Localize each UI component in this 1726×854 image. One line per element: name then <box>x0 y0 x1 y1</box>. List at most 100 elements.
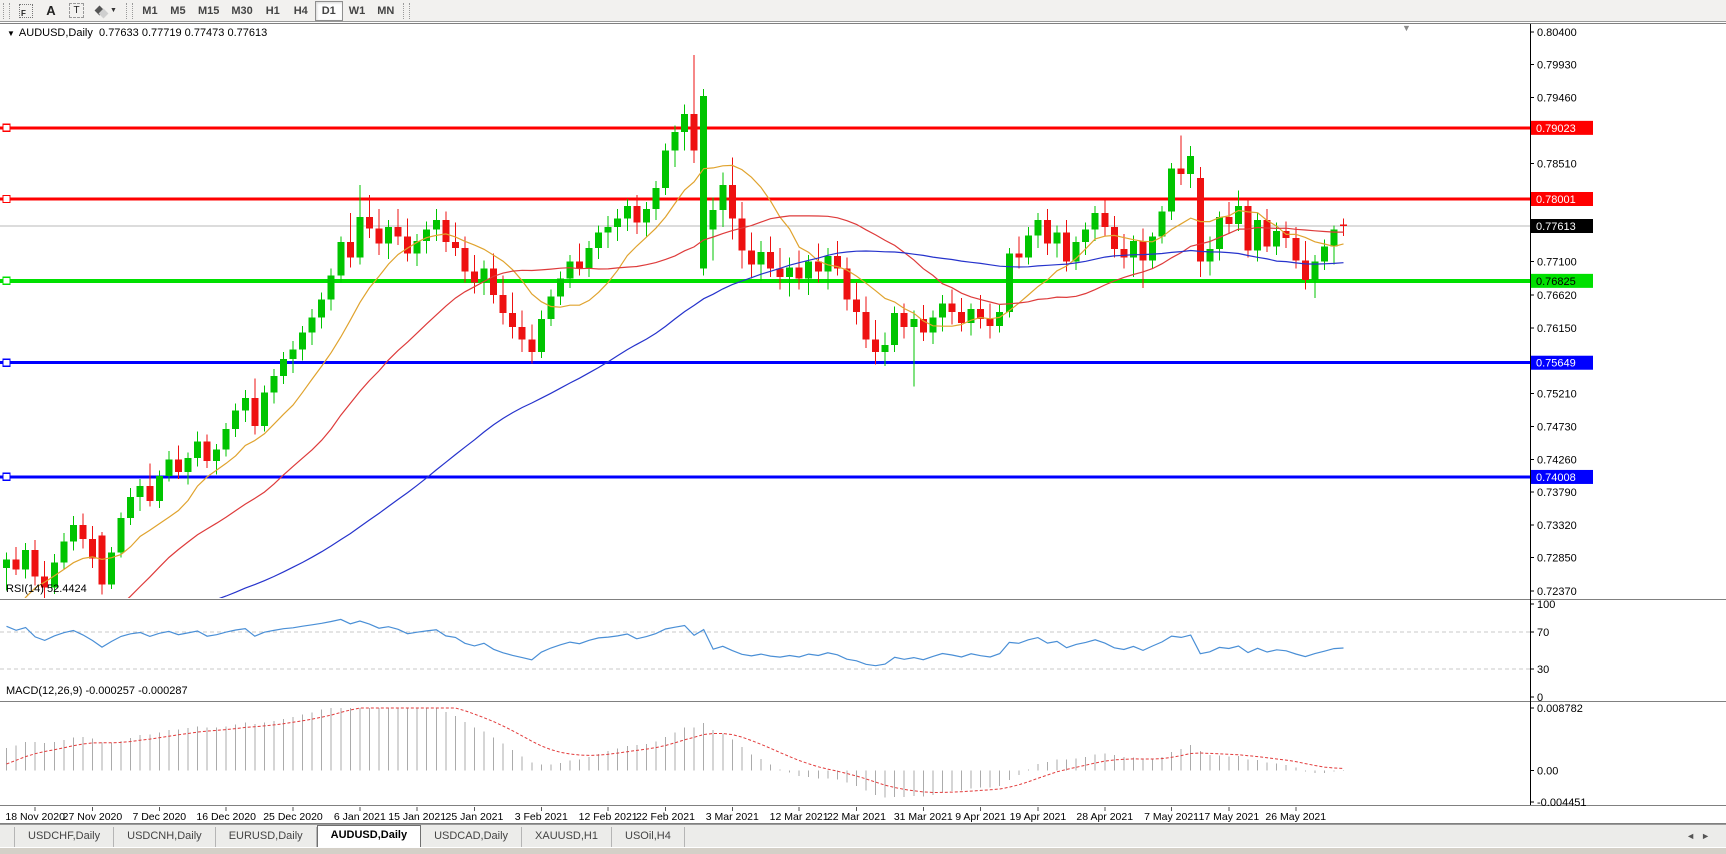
svg-text:30: 30 <box>1537 664 1549 676</box>
svg-text:70: 70 <box>1537 627 1549 639</box>
price-label-resistance-2: 0.78001 <box>1531 192 1593 206</box>
timeframe-button-D1[interactable]: D1 <box>315 1 343 21</box>
hline-resistance-2[interactable] <box>0 195 1530 202</box>
symbol-dropdown-icon[interactable]: ▼ <box>7 29 15 38</box>
svg-text:0.72370: 0.72370 <box>1537 586 1577 598</box>
timeframe-button-H1[interactable]: H1 <box>259 1 287 21</box>
symbol-tab-USDCHF[interactable]: USDCHF,Daily <box>14 827 114 847</box>
status-strip <box>0 847 1726 854</box>
timeframe-button-M30[interactable]: M30 <box>225 1 258 21</box>
svg-text:17 May 2021: 17 May 2021 <box>1199 811 1260 823</box>
dropdown-arrow-icon: ▼ <box>110 7 117 14</box>
price-label-support-blue-2: 0.74008 <box>1531 470 1593 484</box>
toolbar-grip-3[interactable] <box>403 3 410 19</box>
price-label-support-blue-1: 0.75649 <box>1531 356 1593 370</box>
mt4-window: F A T ▼ M1M5M15M30H1H4D1W1MN 0.80400 0.79… <box>0 0 1726 854</box>
svg-text:0.74008: 0.74008 <box>1536 472 1576 484</box>
chart-shift-marker[interactable]: ▼ <box>1402 23 1411 33</box>
svg-text:16 Dec 2020: 16 Dec 2020 <box>196 811 256 823</box>
symbol-tab-bar: USDCHF,DailyUSDCNH,DailyEURUSD,DailyAUDU… <box>0 824 1726 847</box>
current-price-label: 0.77613 <box>1531 219 1593 233</box>
timeframe-button-MN[interactable]: MN <box>371 1 400 21</box>
hline-resistance-1[interactable] <box>0 124 1530 131</box>
symbol-tab-AUDUSD[interactable]: AUDUSD,Daily <box>317 825 421 847</box>
tab-scroll-right-icon[interactable]: ► <box>1701 831 1716 841</box>
text-label-icon[interactable]: T <box>63 1 90 21</box>
svg-text:0.76825: 0.76825 <box>1536 276 1576 288</box>
svg-text:0.80400: 0.80400 <box>1537 27 1577 39</box>
hline-support-green[interactable] <box>0 277 1530 284</box>
timeframe-button-M1[interactable]: M1 <box>136 1 164 21</box>
ohlc-values: 0.77633 0.77719 0.77473 0.77613 <box>99 27 267 39</box>
svg-text:31 Mar 2021: 31 Mar 2021 <box>894 811 953 823</box>
rsi-line <box>7 619 1344 665</box>
tab-scroll-left-icon[interactable]: ◄ <box>1686 831 1701 841</box>
timeframe-button-M15[interactable]: M15 <box>192 1 225 21</box>
svg-text:18 Nov 2020: 18 Nov 2020 <box>5 811 65 823</box>
timeframe-bar: M1M5M15M30H1H4D1W1MN <box>136 1 400 21</box>
svg-text:27 Nov 2020: 27 Nov 2020 <box>63 811 123 823</box>
svg-text:12 Feb 2021: 12 Feb 2021 <box>579 811 638 823</box>
timeframe-button-M5[interactable]: M5 <box>164 1 192 21</box>
toolbar-grip[interactable] <box>3 3 10 19</box>
hline-marker <box>3 277 10 284</box>
color-scheme-icon[interactable]: ▼ <box>90 1 123 21</box>
symbol-name: AUDUSD,Daily <box>19 27 93 39</box>
svg-text:0.76620: 0.76620 <box>1537 290 1577 302</box>
svg-text:28 Apr 2021: 28 Apr 2021 <box>1076 811 1133 823</box>
svg-text:0.79023: 0.79023 <box>1536 123 1576 135</box>
chart-window[interactable]: 0.804000.799300.794600.785100.771000.766… <box>0 22 1726 824</box>
hline-marker <box>3 195 10 202</box>
symbol-tab-USOil[interactable]: USOil,H4 <box>612 827 685 847</box>
chart-canvas[interactable]: 0.804000.799300.794600.785100.771000.766… <box>0 22 1726 824</box>
svg-text:0.77613: 0.77613 <box>1536 221 1576 233</box>
svg-text:0.75649: 0.75649 <box>1536 358 1576 370</box>
symbol-tab-USDCNH[interactable]: USDCNH,Daily <box>114 827 216 847</box>
svg-text:15 Jan 2021: 15 Jan 2021 <box>388 811 446 823</box>
tab-scroll-arrows: ◄► <box>1686 831 1716 841</box>
toolbar-grip-2[interactable] <box>126 3 133 19</box>
svg-text:6 Jan 2021: 6 Jan 2021 <box>334 811 386 823</box>
rsi-indicator-label: RSI(14) 52.4424 <box>6 583 87 595</box>
chart-grid-icon[interactable]: F <box>13 1 39 21</box>
price-label-support-green: 0.76825 <box>1531 274 1593 288</box>
macd-histogram <box>7 708 1344 798</box>
svg-text:0.008782: 0.008782 <box>1537 703 1583 715</box>
hline-marker <box>3 359 10 366</box>
svg-text:22 Feb 2021: 22 Feb 2021 <box>636 811 695 823</box>
svg-text:0.79930: 0.79930 <box>1537 60 1577 72</box>
chart-title: ▼ AUDUSD,Daily 0.77633 0.77719 0.77473 0.… <box>7 27 267 39</box>
svg-text:0.74260: 0.74260 <box>1537 454 1577 466</box>
price-label-resistance-1: 0.79023 <box>1531 121 1593 135</box>
macd-indicator-label: MACD(12,26,9) -0.000257 -0.000287 <box>6 685 188 697</box>
svg-text:0.72850: 0.72850 <box>1537 553 1577 565</box>
svg-text:0.73320: 0.73320 <box>1537 520 1577 532</box>
svg-text:25 Jan 2021: 25 Jan 2021 <box>446 811 504 823</box>
svg-text:0.00: 0.00 <box>1537 765 1558 777</box>
candlestick-series <box>3 55 1347 601</box>
svg-text:0.79460: 0.79460 <box>1537 92 1577 104</box>
svg-text:0.77100: 0.77100 <box>1537 257 1577 269</box>
svg-text:12 Mar 2021: 12 Mar 2021 <box>770 811 829 823</box>
symbol-tab-EURUSD[interactable]: EURUSD,Daily <box>216 827 317 847</box>
hline-marker <box>3 124 10 131</box>
svg-text:19 Apr 2021: 19 Apr 2021 <box>1010 811 1067 823</box>
price-axis: 0.804000.799300.794600.785100.771000.766… <box>1530 27 1577 598</box>
hline-marker <box>3 473 10 480</box>
hline-support-blue-1[interactable] <box>0 359 1530 366</box>
symbol-tab-USDCAD[interactable]: USDCAD,Daily <box>421 827 522 847</box>
hline-support-blue-2[interactable] <box>0 473 1530 480</box>
timeframe-button-W1[interactable]: W1 <box>343 1 372 21</box>
svg-text:3 Mar 2021: 3 Mar 2021 <box>706 811 759 823</box>
date-axis: 18 Nov 202027 Nov 20207 Dec 202016 Dec 2… <box>5 807 1326 823</box>
svg-text:0.73790: 0.73790 <box>1537 487 1577 499</box>
symbol-tab-XAUUSD[interactable]: XAUUSD,H1 <box>522 827 612 847</box>
svg-text:-0.004451: -0.004451 <box>1537 797 1587 809</box>
toolbar: F A T ▼ M1M5M15M30H1H4D1W1MN <box>0 0 1726 22</box>
svg-text:100: 100 <box>1537 599 1555 611</box>
svg-text:26 May 2021: 26 May 2021 <box>1265 811 1326 823</box>
timeframe-button-H4[interactable]: H4 <box>287 1 315 21</box>
text-a-icon[interactable]: A <box>39 1 63 21</box>
svg-text:9 Apr 2021: 9 Apr 2021 <box>955 811 1006 823</box>
svg-text:0.75210: 0.75210 <box>1537 388 1577 400</box>
